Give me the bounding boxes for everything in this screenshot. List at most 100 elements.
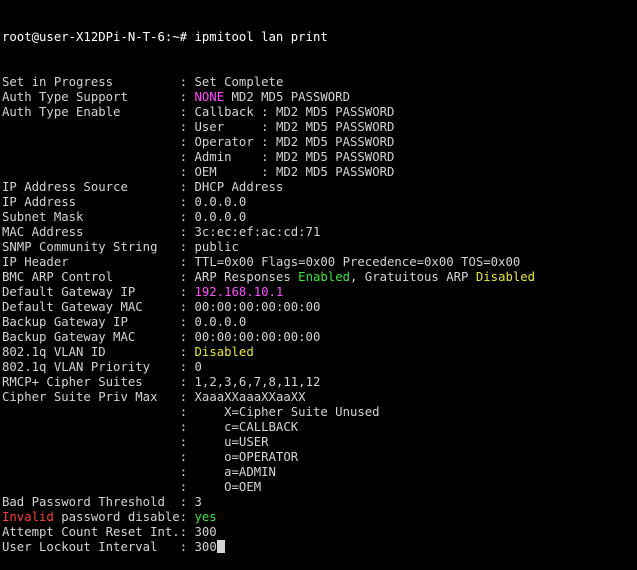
separator: :: [179, 315, 195, 329]
field-value: 0.0.0.0: [194, 195, 247, 209]
field-value: O=OEM: [194, 480, 262, 494]
terminal-window[interactable]: root@user-X12DPi-N-T-6:~# ipmitool lan p…: [0, 0, 637, 554]
separator: :: [179, 90, 195, 104]
auth-role: OEM: [194, 165, 217, 179]
separator: :: [179, 180, 195, 194]
output-row: : Operator : MD2 MD5 PASSWORD: [2, 135, 637, 150]
field-label: IP Header: [2, 255, 69, 269]
field-value: 00:00:00:00:00:00: [194, 330, 321, 344]
separator: :: [179, 360, 195, 374]
output-row: : X=Cipher Suite Unused: [2, 405, 637, 420]
field-label: Default Gateway IP: [2, 285, 136, 299]
output-row: User Lockout Interval : 300: [2, 540, 637, 555]
separator: :: [179, 375, 195, 389]
command-output: Set in Progress : Set Complete Auth Type …: [2, 75, 637, 555]
output-row: Default Gateway MAC : 00:00:00:00:00:00: [2, 300, 637, 315]
separator: :: [179, 540, 195, 554]
field-value: 300: [194, 540, 217, 554]
ip-value: 192.168.10.1: [194, 285, 284, 299]
separator: :: [179, 420, 195, 434]
output-row: Cipher Suite Priv Max : XaaaXXaaaXXaaXX: [2, 390, 637, 405]
field-label: Attempt Count Reset Int.: [2, 525, 180, 539]
status-enabled: yes: [194, 510, 217, 524]
output-row: Auth Type Enable : Callback : MD2 MD5 PA…: [2, 105, 637, 120]
field-label: IP Address: [2, 195, 77, 209]
status-enabled: Enabled: [298, 270, 350, 284]
separator: :: [179, 150, 195, 164]
separator: :: [179, 240, 195, 254]
separator: :: [179, 195, 195, 209]
field-value: 0: [194, 360, 202, 374]
output-row: Invalid password disable: yes: [2, 510, 637, 525]
field-value: public: [194, 240, 239, 254]
field-value: MD2 MD5 PASSWORD: [275, 120, 395, 134]
field-label: 802.1q VLAN Priority: [2, 360, 151, 374]
cursor: [216, 540, 225, 553]
separator: :: [253, 165, 276, 179]
output-row: : u=USER: [2, 435, 637, 450]
field-label-highlight: Invalid: [2, 510, 54, 524]
field-value: 3: [194, 495, 202, 509]
field-label: BMC ARP Control: [2, 270, 114, 284]
separator: :: [179, 495, 195, 509]
field-label: User Lockout Interval: [2, 540, 158, 554]
field-label: Cipher Suite Priv Max: [2, 390, 158, 404]
field-label: Default Gateway MAC: [2, 300, 143, 314]
field-label: Auth Type Support: [2, 90, 128, 104]
separator: :: [179, 525, 195, 539]
output-row: IP Address Source : DHCP Address: [2, 180, 637, 195]
field-value: 0.0.0.0: [194, 315, 247, 329]
separator: :: [253, 120, 276, 134]
output-row: RMCP+ Cipher Suites : 1,2,3,6,7,8,11,12: [2, 375, 637, 390]
separator: :: [253, 150, 276, 164]
auth-role: Operator: [194, 135, 254, 149]
field-label: MAC Address: [2, 225, 84, 239]
field-value: o=OPERATOR: [194, 450, 299, 464]
field-value: 00:00:00:00:00:00: [194, 300, 321, 314]
field-value: a=ADMIN: [194, 465, 276, 479]
prompt: root@user-X12DPi-N-T-6:~#: [2, 30, 195, 44]
field-label: Backup Gateway IP: [2, 315, 128, 329]
field-value: 3c:ec:ef:ac:cd:71: [194, 225, 321, 239]
separator: :: [179, 450, 195, 464]
separator: :: [179, 120, 195, 134]
output-row: MAC Address : 3c:ec:ef:ac:cd:71: [2, 225, 637, 240]
output-row: SNMP Community String : public: [2, 240, 637, 255]
output-row: BMC ARP Control : ARP Responses Enabled,…: [2, 270, 637, 285]
separator: :: [179, 135, 195, 149]
separator: :: [179, 480, 195, 494]
output-row: : Admin : MD2 MD5 PASSWORD: [2, 150, 637, 165]
separator: :: [179, 105, 195, 119]
field-value: 0.0.0.0: [194, 210, 247, 224]
output-row: Subnet Mask : 0.0.0.0: [2, 210, 637, 225]
output-row: : OEM : MD2 MD5 PASSWORD: [2, 165, 637, 180]
field-label: Subnet Mask: [2, 210, 84, 224]
field-value-highlight: NONE: [194, 90, 225, 104]
field-value: Set Complete: [194, 75, 284, 89]
field-label: SNMP Community String: [2, 240, 158, 254]
separator: :: [179, 330, 195, 344]
field-value: MD2 MD5 PASSWORD: [275, 105, 395, 119]
separator: :: [179, 390, 195, 404]
separator: :: [179, 255, 195, 269]
field-value: DHCP Address: [194, 180, 284, 194]
separator: :: [253, 105, 276, 119]
auth-role: Admin: [194, 150, 232, 164]
field-value: u=USER: [194, 435, 269, 449]
separator: :: [179, 465, 195, 479]
separator: :: [179, 405, 195, 419]
field-value: ARP Responses: [194, 270, 299, 284]
output-row: 802.1q VLAN Priority : 0: [2, 360, 637, 375]
field-value: XaaaXXaaaXXaaXX: [194, 390, 306, 404]
field-value: X=Cipher Suite Unused: [194, 405, 380, 419]
output-row: Backup Gateway MAC : 00:00:00:00:00:00: [2, 330, 637, 345]
command-text: ipmitool lan print: [194, 30, 328, 44]
separator: :: [179, 270, 195, 284]
field-label: IP Address Source: [2, 180, 128, 194]
field-label: Backup Gateway MAC: [2, 330, 136, 344]
prompt-line: root@user-X12DPi-N-T-6:~# ipmitool lan p…: [2, 30, 637, 45]
separator: :: [179, 510, 195, 524]
output-row: IP Header : TTL=0x00 Flags=0x00 Preceden…: [2, 255, 637, 270]
output-row: Default Gateway IP : 192.168.10.1: [2, 285, 637, 300]
separator: :: [179, 300, 195, 314]
